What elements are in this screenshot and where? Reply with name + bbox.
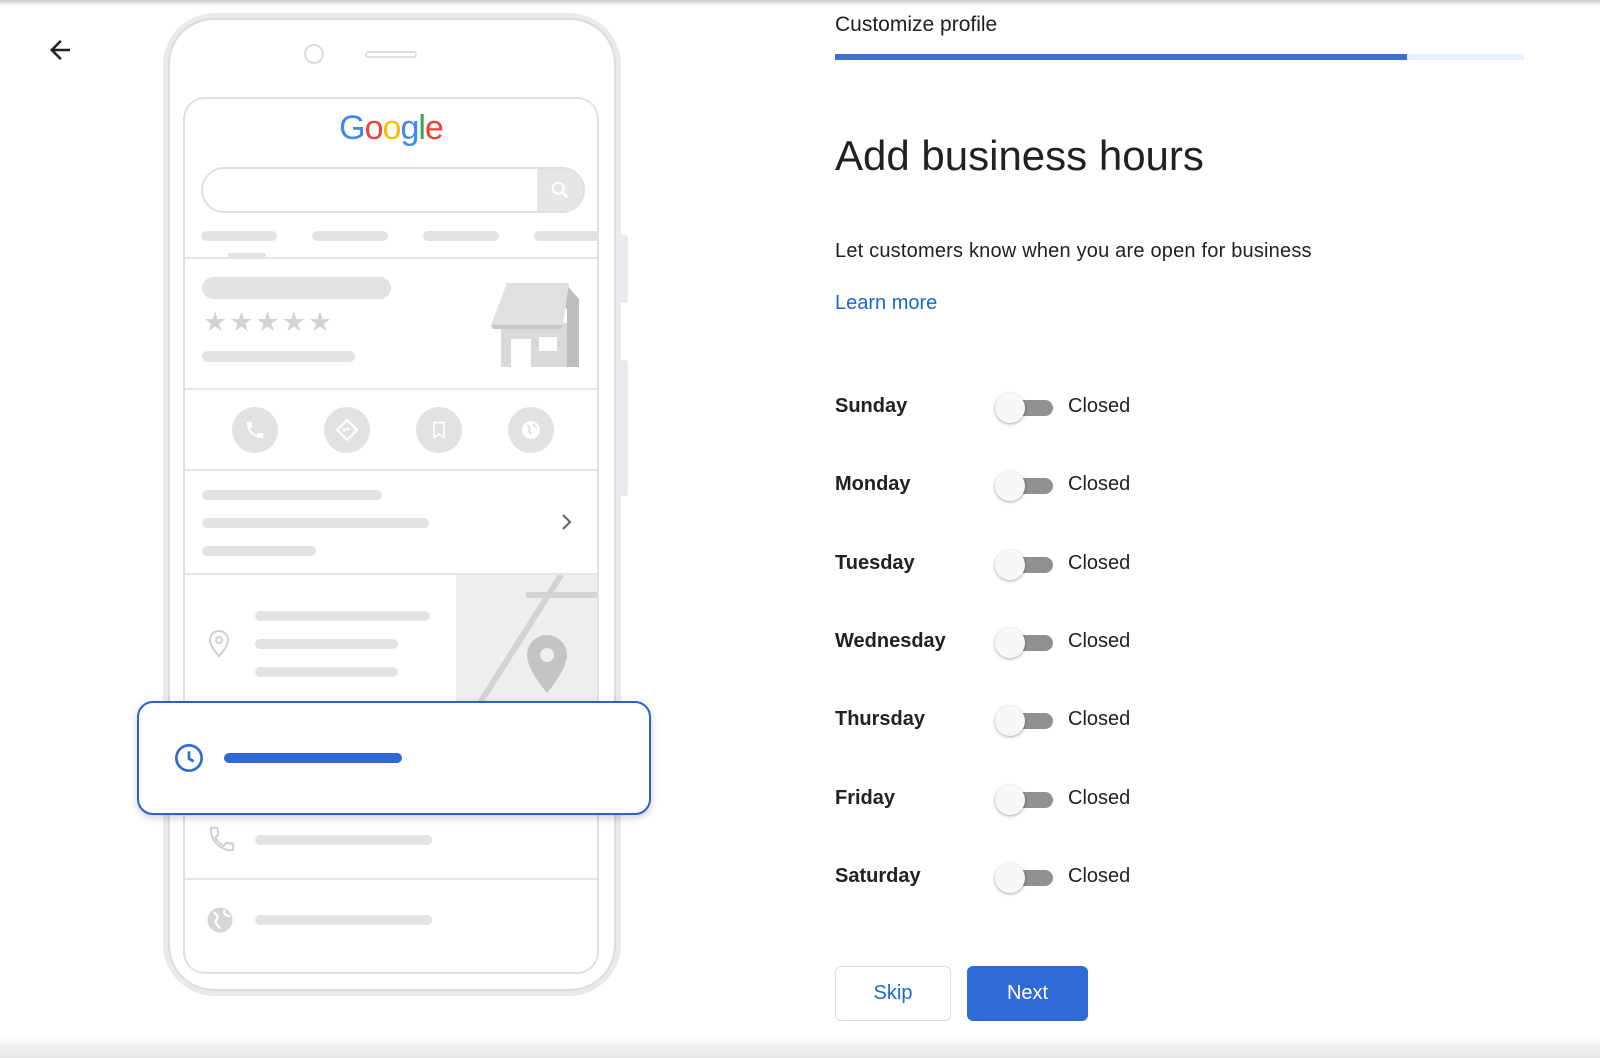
- skip-button[interactable]: Skip: [835, 966, 951, 1021]
- day-status: Closed: [1068, 552, 1131, 574]
- learn-more-link[interactable]: Learn more: [835, 292, 937, 315]
- progress-bar-fill: [835, 54, 1407, 60]
- phone-side-button: [621, 360, 628, 496]
- day-row-friday: Friday Closed: [835, 779, 1235, 819]
- toggle-friday[interactable]: [995, 785, 1055, 815]
- rating-stars-icon: ★★★★★: [203, 307, 335, 337]
- day-status: Closed: [1068, 630, 1131, 652]
- day-status: Closed: [1068, 395, 1131, 417]
- placeholder-line: [423, 231, 499, 241]
- day-row-thursday: Thursday Closed: [835, 700, 1235, 740]
- toggle-monday[interactable]: [995, 471, 1055, 501]
- illustration-search-bar: [201, 167, 585, 213]
- placeholder-line: [255, 835, 432, 845]
- phone-icon: [209, 826, 235, 852]
- bottom-edge: [0, 1036, 1600, 1058]
- placeholder-line: [312, 231, 388, 241]
- placeholder-line: [255, 915, 432, 925]
- day-name: Monday: [835, 473, 911, 495]
- phone-camera: [304, 44, 324, 64]
- day-name: Sunday: [835, 395, 908, 417]
- day-row-monday: Monday Closed: [835, 465, 1235, 505]
- phone-icon: [232, 407, 278, 453]
- phone-screen: Google ★★★★★: [183, 97, 599, 974]
- placeholder-line: [202, 351, 355, 362]
- clock-icon: [175, 744, 203, 772]
- divider: [185, 878, 597, 880]
- day-name: Thursday: [835, 708, 926, 730]
- hours-highlight-card: [137, 701, 651, 815]
- back-button[interactable]: [40, 30, 80, 70]
- page-subtitle: Let customers know when you are open for…: [835, 240, 1312, 262]
- divider: [185, 469, 597, 471]
- divider: [185, 388, 597, 390]
- placeholder-line: [202, 546, 316, 556]
- chevron-right-icon: [562, 514, 572, 530]
- storefront-icon: [491, 283, 579, 367]
- placeholder-line: [202, 490, 382, 500]
- day-row-saturday: Saturday Closed: [835, 857, 1235, 897]
- placeholder-line: [201, 231, 277, 241]
- bookmark-icon: [416, 407, 462, 453]
- phone-side-button: [621, 235, 628, 303]
- directions-icon: [324, 407, 370, 453]
- divider: [185, 257, 597, 259]
- day-status: Closed: [1068, 708, 1131, 730]
- day-status: Closed: [1068, 865, 1131, 887]
- placeholder-line: [255, 639, 398, 649]
- top-edge: [0, 0, 1600, 6]
- day-row-sunday: Sunday Closed: [835, 387, 1235, 427]
- page-title: Add business hours: [835, 132, 1204, 179]
- google-logo: Google: [339, 109, 444, 147]
- placeholder-title: [202, 277, 391, 299]
- step-title: Customize profile: [835, 13, 998, 36]
- globe-icon: [508, 407, 554, 453]
- toggle-wednesday[interactable]: [995, 628, 1055, 658]
- day-status: Closed: [1068, 787, 1131, 809]
- phone-speaker: [365, 51, 417, 58]
- placeholder-line: [255, 667, 398, 677]
- day-name: Friday: [835, 787, 896, 809]
- next-button[interactable]: Next: [967, 966, 1088, 1021]
- location-pin-icon: [208, 629, 230, 658]
- placeholder-line: [255, 611, 430, 621]
- globe-icon: [207, 907, 233, 933]
- day-row-tuesday: Tuesday Closed: [835, 544, 1235, 584]
- toggle-tuesday[interactable]: [995, 550, 1055, 580]
- day-name: Saturday: [835, 865, 921, 887]
- progress-bar: [835, 54, 1524, 60]
- day-name: Wednesday: [835, 630, 946, 652]
- placeholder-line: [534, 231, 597, 241]
- day-row-wednesday: Wednesday Closed: [835, 622, 1235, 662]
- search-icon: [537, 169, 583, 211]
- toggle-sunday[interactable]: [995, 393, 1055, 423]
- toggle-thursday[interactable]: [995, 706, 1055, 736]
- day-name: Tuesday: [835, 552, 915, 574]
- day-status: Closed: [1068, 473, 1131, 495]
- toggle-saturday[interactable]: [995, 863, 1055, 893]
- hours-placeholder-bar: [224, 753, 402, 763]
- arrow-back-icon: [50, 40, 70, 60]
- placeholder-line: [202, 518, 429, 528]
